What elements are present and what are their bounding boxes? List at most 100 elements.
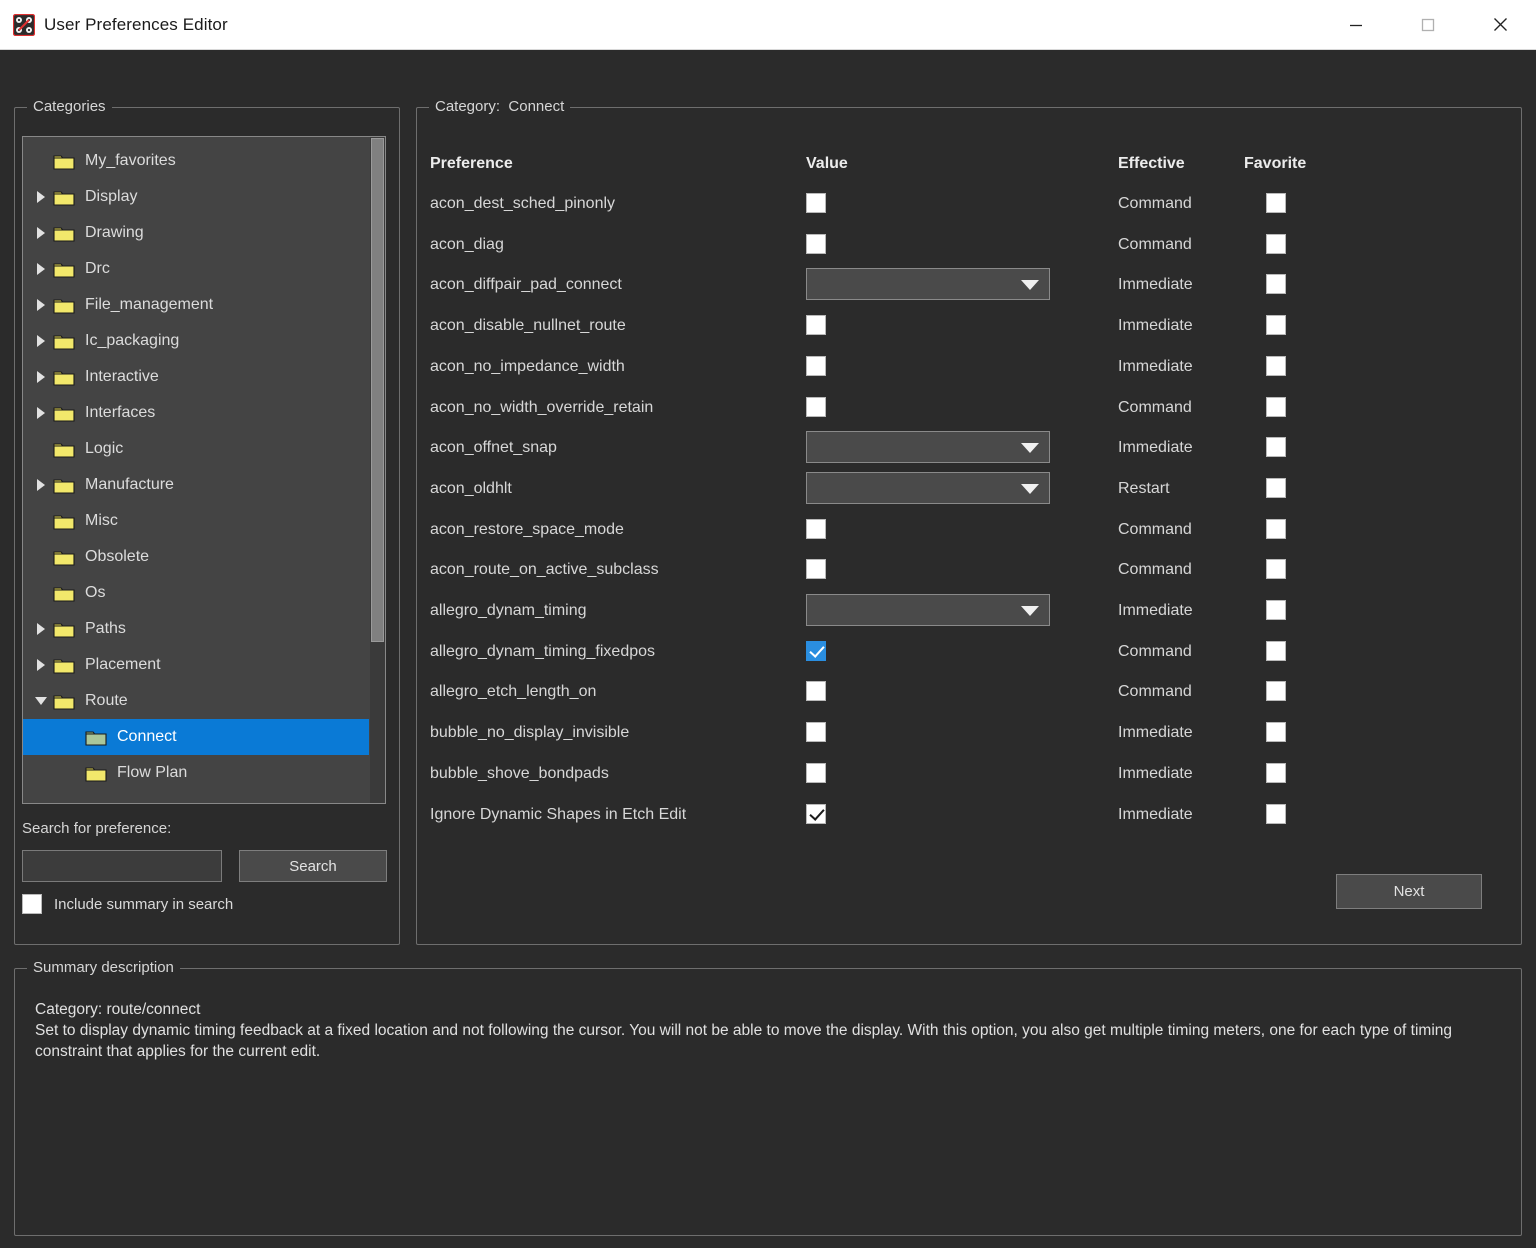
preference-favorite-checkbox[interactable] [1266,803,1286,824]
preference-favorite-checkbox[interactable] [1266,233,1286,254]
include-summary-checkbox[interactable] [22,894,42,914]
tree-expander[interactable] [29,623,53,635]
chevron-right-icon [37,299,45,311]
sidebar-item-label: Logic [85,440,124,457]
preference-favorite-checkbox[interactable] [1266,315,1286,336]
preference-value-checkbox[interactable] [806,355,826,376]
preference-value-checkbox[interactable] [806,193,826,213]
categories-scrollbar[interactable] [370,137,385,803]
sidebar-item-misc[interactable]: Misc [23,503,369,539]
preference-value-checkbox[interactable] [806,681,826,702]
preference-favorite-checkbox[interactable] [1266,193,1286,213]
sidebar-item-os[interactable]: Os [23,575,369,611]
preference-name: acon_dest_sched_pinonly [430,195,616,212]
preference-value-checkbox[interactable] [806,518,826,539]
sidebar-item-placement[interactable]: Placement [23,647,369,683]
sidebar-item-interactive[interactable]: Interactive [23,359,369,395]
sidebar-item-paths[interactable]: Paths [23,611,369,647]
preference-effective: Immediate [1118,357,1193,375]
close-button[interactable] [1464,0,1536,49]
preference-value-checkbox[interactable] [806,233,826,254]
preference-value-dropdown[interactable] [806,431,1050,464]
summary-text: Category: route/connect Set to display d… [35,999,1507,1062]
preference-value-checkbox[interactable] [806,762,826,783]
sidebar-item-display[interactable]: Display [23,179,369,215]
preference-value-checkbox[interactable] [806,803,826,824]
chevron-down-icon [1021,483,1039,494]
tree-expander[interactable] [29,371,53,383]
folder-icon [53,334,75,350]
tree-expander[interactable] [29,697,53,705]
sidebar-item-drc[interactable]: Drc [23,251,369,287]
sidebar-item-drawing[interactable]: Drawing [23,215,369,251]
sidebar-item-label: Os [85,584,106,601]
chevron-down-icon [1021,443,1039,454]
sidebar-item-file-management[interactable]: File_management [23,287,369,323]
tree-expander[interactable] [29,479,53,491]
search-input[interactable] [22,850,222,882]
preference-favorite-checkbox[interactable] [1266,559,1286,580]
sidebar-item-ic-packaging[interactable]: Ic_packaging [23,323,369,359]
maximize-button[interactable] [1392,0,1464,49]
folder-icon [53,658,75,674]
tree-expander[interactable] [29,263,53,275]
header-effective: Effective [1118,155,1185,172]
categories-tree[interactable]: My_favorites Display Drawing Drc File_manage… [22,136,386,804]
sidebar-item-route[interactable]: Route [23,683,369,719]
folder-icon [53,514,75,530]
tree-expander[interactable] [29,191,53,203]
preference-name: allegro_etch_length_on [430,683,597,701]
preference-favorite-checkbox[interactable] [1266,681,1286,702]
preference-name: acon_no_width_override_retain [430,398,654,416]
preference-favorite-checkbox[interactable] [1266,722,1286,743]
preference-value-checkbox[interactable] [806,559,826,580]
preference-favorite-checkbox[interactable] [1266,477,1286,498]
preference-effective: Command [1118,398,1192,416]
pcb-route-icon [13,13,35,36]
preference-value-checkbox[interactable] [806,396,826,417]
sidebar-item-label: Flow Plan [117,764,188,781]
search-button[interactable]: Search [239,850,387,882]
preference-name: acon_offnet_snap [430,439,557,457]
chevron-right-icon [37,479,45,491]
preference-favorite-checkbox[interactable] [1266,640,1286,661]
header-preference: Preference [430,155,513,172]
sidebar-item-interfaces[interactable]: Interfaces [23,395,369,431]
summary-panel: Summary description Category: route/conn… [14,959,1522,1236]
preference-favorite-checkbox[interactable] [1266,274,1286,295]
preference-favorite-checkbox[interactable] [1266,396,1286,417]
preference-value-dropdown[interactable] [806,268,1050,301]
categories-tree-viewport: My_favorites Display Drawing Drc File_manage… [23,137,385,803]
categories-scrollbar-thumb[interactable] [371,138,384,642]
preference-value-dropdown[interactable] [806,594,1050,626]
tree-expander[interactable] [29,299,53,311]
preference-effective: Command [1118,683,1192,701]
tree-expander[interactable] [29,659,53,671]
tree-expander[interactable] [29,335,53,347]
sidebar-item-obsolete[interactable]: Obsolete [23,539,369,575]
chevron-down-icon [1021,280,1039,291]
preference-value-checkbox[interactable] [806,315,826,336]
sidebar-item-my-favorites[interactable]: My_favorites [23,143,369,179]
tree-expander[interactable] [29,407,53,419]
preference-value-checkbox[interactable] [806,722,826,743]
sidebar-item-connect[interactable]: Connect [23,719,369,755]
sidebar-item-logic[interactable]: Logic [23,431,369,467]
search-label: Search for preference: [22,820,172,837]
preference-favorite-checkbox[interactable] [1266,600,1286,620]
sidebar-item-label: Manufacture [85,476,174,493]
sidebar-item-manufacture[interactable]: Manufacture [23,467,369,503]
include-summary-row[interactable]: Include summary in search [22,894,233,914]
preference-value-checkbox[interactable] [806,640,826,661]
preference-effective: Immediate [1118,764,1193,782]
preference-favorite-checkbox[interactable] [1266,437,1286,458]
preference-value-dropdown[interactable] [806,471,1050,504]
preference-favorite-checkbox[interactable] [1266,518,1286,539]
next-button[interactable]: Next [1336,874,1482,909]
tree-expander[interactable] [29,227,53,239]
preference-name: acon_disable_nullnet_route [430,317,626,335]
sidebar-item-flow-plan[interactable]: Flow Plan [23,755,369,791]
preference-favorite-checkbox[interactable] [1266,762,1286,783]
minimize-button[interactable] [1320,0,1392,49]
preference-favorite-checkbox[interactable] [1266,355,1286,376]
